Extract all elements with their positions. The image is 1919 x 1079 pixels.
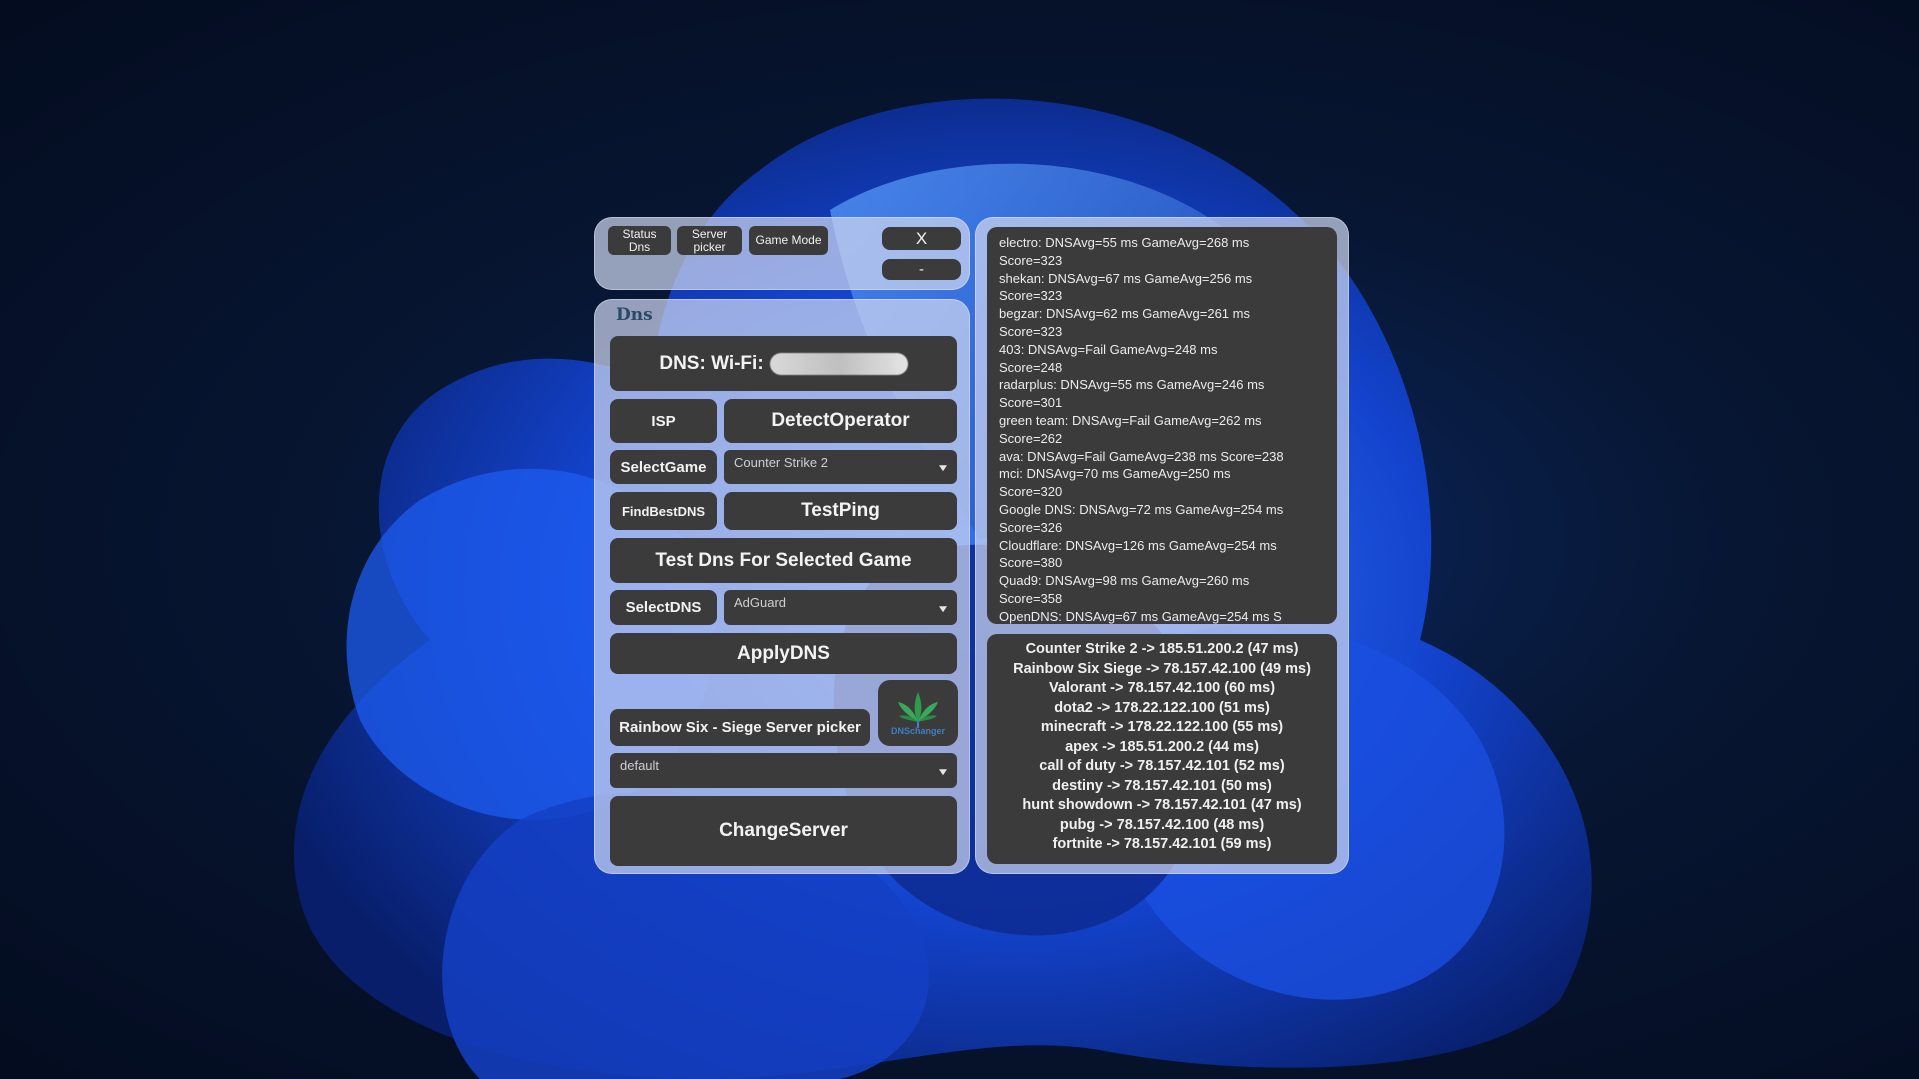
server-select[interactable]: default	[610, 753, 957, 788]
game-select-value: Counter Strike 2	[734, 455, 828, 470]
log-line: Score=323	[999, 288, 1063, 304]
log-line: 403: DNSAvg=Fail GameAvg=248 ms	[999, 341, 1218, 357]
game-result-item: Counter Strike 2 -> 185.51.200.2 (47 ms)	[1025, 641, 1299, 657]
log-line: Score=262	[999, 430, 1063, 446]
game-result-item: call of duty -> 78.157.42.101 (52 ms)	[1039, 758, 1285, 774]
test-ping-button[interactable]: TestPing	[724, 492, 957, 530]
section-title: Dns	[616, 305, 653, 325]
log-line: Quad9: DNSAvg=98 ms GameAvg=260 ms	[999, 573, 1250, 589]
game-result-item: Valorant -> 78.157.42.100 (60 ms)	[1048, 680, 1276, 696]
log-line: Score=326	[999, 519, 1063, 535]
server-select-value: default	[620, 758, 660, 773]
chevron-down-icon	[939, 768, 947, 775]
close-button[interactable]: X	[882, 227, 961, 250]
logo-text: DNSchanger	[890, 726, 945, 736]
test-dns-for-game-button[interactable]: Test Dns For Selected Game	[610, 538, 957, 583]
apply-dns-button[interactable]: ApplyDNS	[610, 633, 957, 674]
log-line: Score=323	[999, 252, 1063, 268]
detect-operator-button[interactable]: DetectOperator	[724, 399, 957, 443]
log-line: Score=358	[999, 590, 1063, 606]
game-result-item: fortnite -> 78.157.42.101 (59 ms)	[1052, 836, 1272, 852]
game-result-item: apex -> 185.51.200.2 (44 ms)	[1065, 738, 1259, 755]
isp-button[interactable]: ISP	[610, 399, 717, 443]
game-result-item: destiny -> 78.157.42.101 (50 ms)	[1052, 777, 1272, 794]
dns-select-value: AdGuard	[734, 595, 787, 610]
log-line: begzar: DNSAvg=62 ms GameAvg=261 ms	[999, 306, 1250, 322]
log-line: mci: DNSAvg=70 ms GameAvg=250 ms	[999, 466, 1231, 482]
log-line: green team: DNSAvg=Fail GameAvg=262 ms	[999, 412, 1262, 428]
dns-changer-window: Status Dns Server picker Game Mode X - D…	[594, 217, 1349, 874]
dns-status-label: DNS: Wi-Fi:	[659, 352, 764, 374]
tab-server-picker[interactable]: Server picker	[677, 226, 742, 255]
game-result-item: hunt showdown -> 78.157.42.101 (47 ms)	[1022, 797, 1302, 813]
tab-game-mode[interactable]: Game Mode	[749, 226, 828, 255]
minimize-button[interactable]: -	[882, 259, 961, 280]
leaf-logo-icon	[898, 692, 938, 728]
redacted-value	[769, 352, 908, 375]
game-result-item: dota2 -> 178.22.122.100 (51 ms)	[1054, 699, 1270, 716]
server-picker-button[interactable]: Rainbow Six - Siege Server picker	[610, 709, 870, 746]
dns-test-log[interactable]: electro: DNSAvg=55 ms GameAvg=268 ms Scor…	[987, 227, 1337, 624]
log-line: OpenDNS: DNSAvg=67 ms GameAvg=254 ms S	[999, 608, 1282, 624]
dns-status-display: DNS: Wi-Fi:	[610, 336, 957, 391]
log-line: electro: DNSAvg=55 ms GameAvg=268 ms	[999, 235, 1250, 250]
tab-status-dns[interactable]: Status Dns	[608, 226, 671, 255]
log-line: Score=380	[999, 555, 1063, 571]
select-game-button[interactable]: SelectGame	[610, 450, 717, 484]
game-result-item: pubg -> 78.157.42.100 (48 ms)	[1059, 816, 1265, 833]
log-line: shekan: DNSAvg=67 ms GameAvg=256 ms	[999, 270, 1253, 286]
game-result-item: Rainbow Six Siege -> 78.157.42.100 (49 m…	[1013, 660, 1311, 677]
dns-select[interactable]: AdGuard	[724, 590, 957, 625]
select-dns-button[interactable]: SelectDNS	[610, 590, 717, 625]
log-line: radarplus: DNSAvg=55 ms GameAvg=246 ms	[999, 377, 1265, 393]
change-server-button[interactable]: ChangeServer	[610, 796, 957, 866]
game-result-item: minecraft -> 178.22.122.100 (55 ms)	[1040, 719, 1284, 735]
log-line: Score=320	[999, 484, 1063, 500]
find-best-dns-button[interactable]: FindBestDNS	[610, 492, 717, 530]
log-line: ava: DNSAvg=Fail GameAvg=238 ms Score=23…	[999, 448, 1284, 464]
game-select[interactable]: Counter Strike 2	[724, 450, 957, 484]
log-line: Cloudflare: DNSAvg=126 ms GameAvg=254 ms	[999, 537, 1277, 553]
log-line: Google DNS: DNSAvg=72 ms GameAvg=254 ms	[999, 501, 1284, 517]
log-line: Score=248	[999, 359, 1063, 375]
log-line: Score=323	[999, 323, 1063, 339]
log-line: Score=301	[999, 395, 1063, 411]
game-best-servers-list: Counter Strike 2 -> 185.51.200.2 (47 ms)…	[987, 634, 1337, 864]
app-logo: DNSchanger	[878, 680, 958, 746]
chevron-down-icon	[939, 605, 947, 612]
chevron-down-icon	[939, 465, 947, 472]
